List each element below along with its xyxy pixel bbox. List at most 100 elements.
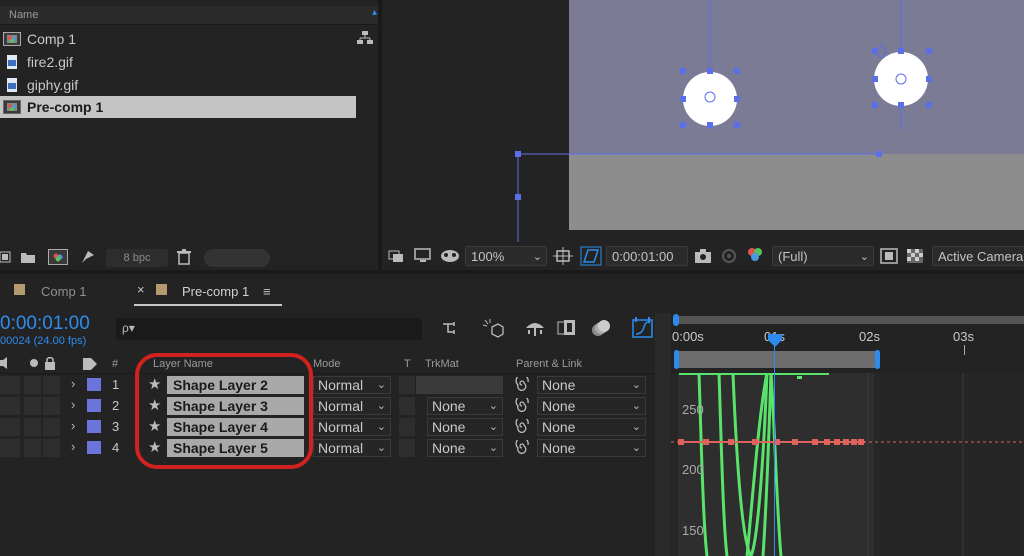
video-switch[interactable]: [0, 397, 20, 415]
motion-blur-icon[interactable]: [590, 318, 612, 338]
flowchart-icon[interactable]: [356, 30, 374, 46]
preserve-transparency-toggle[interactable]: [399, 439, 415, 457]
always-preview-icon[interactable]: [388, 248, 404, 264]
panel-menu-icon[interactable]: ≡: [263, 284, 271, 299]
bit-depth-button[interactable]: 8 bpc: [106, 249, 168, 267]
mask-path-icon[interactable]: [580, 246, 602, 266]
chevron-down-icon: ⌄: [376, 421, 386, 433]
project-item-giphy[interactable]: giphy.gif: [0, 74, 356, 96]
new-folder-icon[interactable]: [20, 250, 36, 264]
current-time-display[interactable]: 0:00:01:00: [0, 313, 90, 335]
parent-dropdown[interactable]: None ⌄: [537, 418, 646, 436]
new-composition-icon[interactable]: [48, 249, 68, 265]
trkmat-dropdown[interactable]: None ⌄: [427, 397, 503, 415]
label-color-swatch[interactable]: [87, 420, 101, 433]
video-switch[interactable]: [0, 439, 20, 457]
expand-chevron-icon[interactable]: ›: [71, 397, 75, 412]
solo-switch[interactable]: [24, 397, 41, 415]
draft-3d-icon[interactable]: [482, 317, 504, 339]
chevron-down-icon: ⌄: [859, 251, 869, 263]
video-switch[interactable]: [0, 418, 20, 436]
region-of-interest-icon[interactable]: [880, 248, 898, 264]
channel-rgb-icon[interactable]: [746, 246, 764, 266]
parent-value: None: [542, 419, 576, 435]
tab-precomp1[interactable]: Pre-comp 1: [182, 284, 249, 299]
project-item-precomp1[interactable]: Pre-comp 1: [0, 96, 356, 118]
layer-row[interactable]: › 4 ★ Shape Layer 5 Normal ⌄ None ⌄ None ⌄: [0, 438, 650, 458]
project-item-comp1[interactable]: Comp 1: [0, 28, 356, 50]
comp-mini-flowchart-icon[interactable]: [442, 319, 462, 337]
render-queue-icon[interactable]: [80, 249, 96, 265]
video-switch[interactable]: [0, 376, 20, 394]
project-item-fire2[interactable]: fire2.gif: [0, 51, 356, 73]
composition-range-bar[interactable]: [677, 351, 878, 368]
parent-dropdown[interactable]: None ⌄: [537, 397, 646, 415]
range-end-handle[interactable]: [875, 350, 880, 369]
expand-chevron-icon[interactable]: ›: [71, 418, 75, 433]
pick-whip-icon[interactable]: [514, 419, 530, 435]
parent-dropdown[interactable]: None ⌄: [537, 376, 646, 394]
layer-number: 4: [112, 440, 120, 455]
av-feature-switch-icons[interactable]: [0, 357, 60, 371]
magnification-dropdown[interactable]: 100% ⌄: [465, 246, 547, 266]
lock-switch[interactable]: [43, 376, 60, 394]
pick-whip-icon[interactable]: [514, 398, 530, 414]
preserve-transparency-toggle[interactable]: [399, 418, 415, 436]
monitor-icon[interactable]: [414, 248, 432, 264]
sort-arrow-icon[interactable]: ▴: [372, 7, 377, 18]
frame-blending-icon[interactable]: [557, 318, 577, 338]
graph-editor-icon[interactable]: [632, 317, 654, 339]
layer-row[interactable]: › 2 ★ Shape Layer 3 Normal ⌄ None ⌄ None ⌄: [0, 396, 650, 416]
preserve-transparency-toggle[interactable]: [399, 397, 415, 415]
horizontal-scrollbar[interactable]: [204, 249, 270, 267]
label-color-swatch[interactable]: [87, 399, 101, 412]
layer-search-input[interactable]: ρ▾: [116, 318, 422, 340]
parent-dropdown[interactable]: None ⌄: [537, 439, 646, 457]
label-color-swatch[interactable]: [87, 441, 101, 454]
trkmat-dropdown[interactable]: None ⌄: [427, 418, 503, 436]
blend-mode-dropdown[interactable]: Normal ⌄: [313, 376, 391, 394]
graph-editor-curves[interactable]: [671, 373, 1024, 556]
grid-guides-icon[interactable]: [553, 247, 573, 265]
pick-whip-icon[interactable]: [514, 440, 530, 456]
solo-switch[interactable]: [24, 376, 41, 394]
label-tag-icon[interactable]: [82, 357, 98, 371]
blend-mode-dropdown[interactable]: Normal ⌄: [313, 397, 391, 415]
trkmat-value: None: [432, 440, 466, 456]
lock-switch[interactable]: [43, 397, 60, 415]
layer-row[interactable]: › 3 ★ Shape Layer 4 Normal ⌄ None ⌄ None ⌄: [0, 417, 650, 437]
interpret-footage-icon[interactable]: [0, 250, 12, 264]
trash-icon[interactable]: [177, 249, 191, 265]
blend-mode-dropdown[interactable]: Normal ⌄: [313, 418, 391, 436]
work-area-bar[interactable]: [677, 316, 1024, 324]
current-time-field[interactable]: 0:00:01:00: [606, 246, 688, 266]
preserve-transparency-toggle[interactable]: [399, 376, 415, 394]
mask-visibility-icon[interactable]: [440, 248, 460, 264]
expand-chevron-icon[interactable]: ›: [71, 439, 75, 454]
layer-row[interactable]: › 1 ★ Shape Layer 2 Normal ⌄ None ⌄: [0, 375, 650, 395]
camera-view-dropdown[interactable]: Active Camera: [932, 246, 1024, 266]
playhead-handle-icon[interactable]: [767, 334, 783, 348]
timeline-splitter[interactable]: [655, 313, 671, 556]
shape-layers-overlay[interactable]: [382, 0, 1024, 242]
solo-switch[interactable]: [24, 418, 41, 436]
pick-whip-icon[interactable]: [514, 377, 530, 393]
blend-mode-dropdown[interactable]: Normal ⌄: [313, 439, 391, 457]
project-name-column-header[interactable]: Name ▴: [0, 6, 378, 25]
close-tab-icon[interactable]: ×: [137, 282, 145, 297]
lock-switch[interactable]: [43, 418, 60, 436]
work-area-start-handle[interactable]: [673, 314, 679, 326]
range-start-handle[interactable]: [674, 350, 679, 369]
trkmat-dropdown[interactable]: None ⌄: [427, 439, 503, 457]
expand-chevron-icon[interactable]: ›: [71, 376, 75, 391]
lock-switch[interactable]: [43, 439, 60, 457]
playhead-line[interactable]: [774, 346, 775, 556]
shy-layers-icon[interactable]: [524, 318, 546, 338]
tab-comp1[interactable]: Comp 1: [41, 284, 87, 299]
resolution-dropdown[interactable]: (Full) ⌄: [772, 246, 874, 266]
label-color-swatch[interactable]: [87, 378, 101, 391]
solo-switch[interactable]: [24, 439, 41, 457]
transparency-grid-icon[interactable]: [906, 248, 924, 264]
snapshot-camera-icon[interactable]: [694, 248, 712, 264]
show-snapshot-icon[interactable]: [720, 247, 738, 265]
